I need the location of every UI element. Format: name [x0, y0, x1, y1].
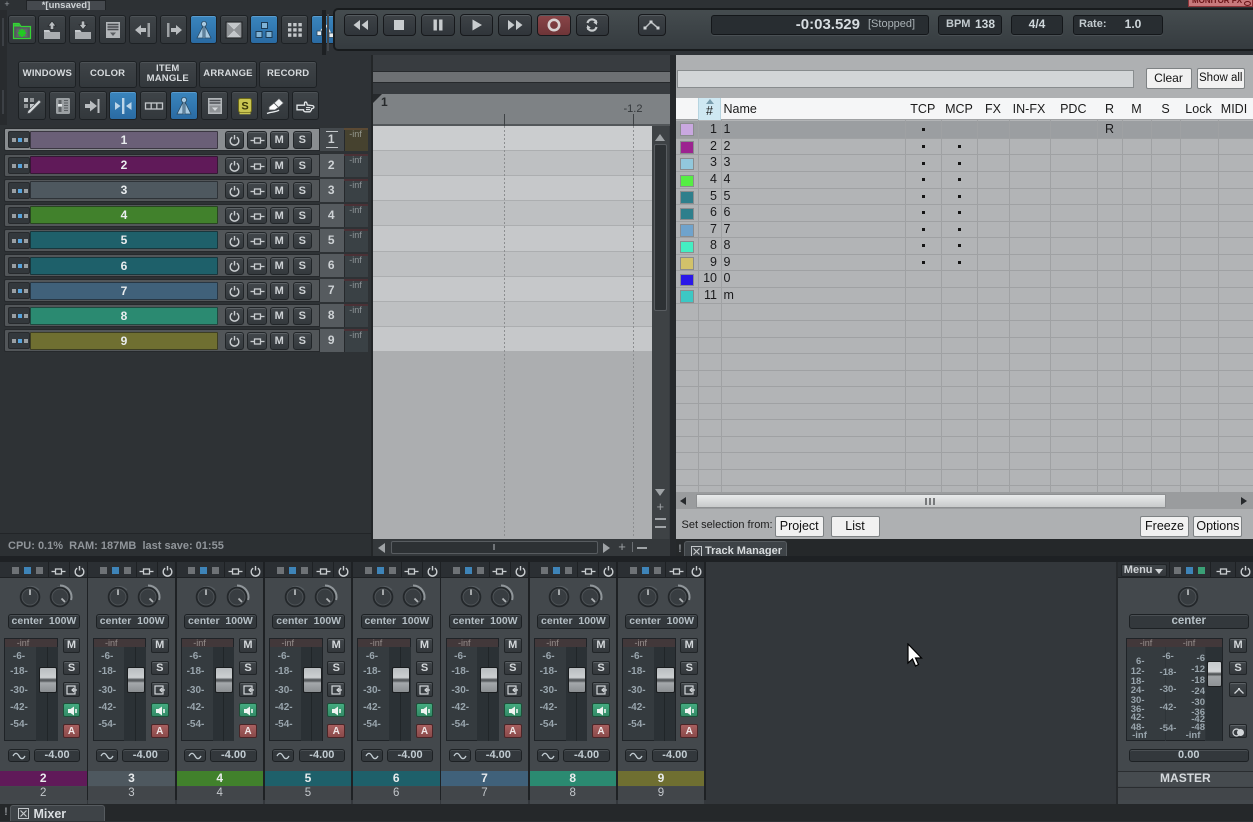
svg-text:S: S: [241, 101, 248, 113]
